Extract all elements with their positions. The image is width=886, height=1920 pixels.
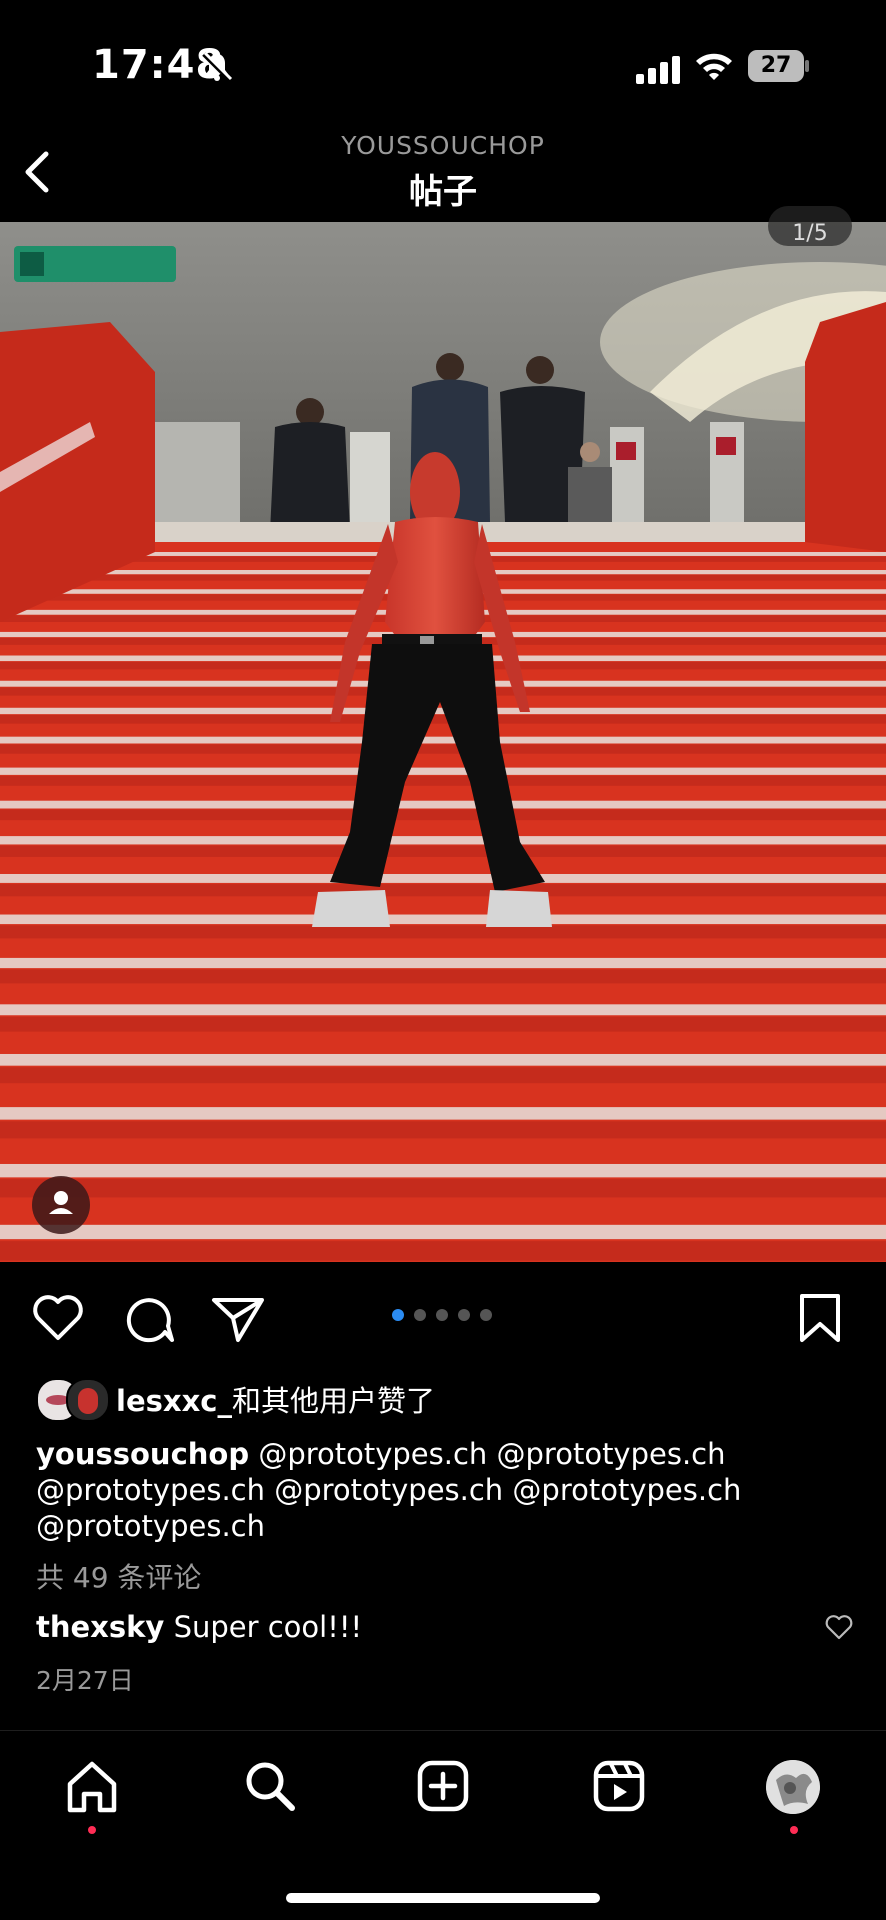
- home-indicator: [286, 1893, 600, 1903]
- caption-username[interactable]: youssouchop: [36, 1437, 249, 1471]
- post-date: 2月27日: [36, 1666, 134, 1695]
- create-icon[interactable]: [413, 1756, 473, 1816]
- post-photo[interactable]: [0, 222, 886, 1262]
- carousel-dot-3: [436, 1309, 448, 1321]
- send-icon[interactable]: [208, 1288, 268, 1348]
- carousel-dot-2: [414, 1309, 426, 1321]
- liker-username[interactable]: lesxxc_: [116, 1384, 232, 1418]
- nav-divider: [0, 1730, 886, 1731]
- profile-avatar[interactable]: [766, 1760, 820, 1814]
- heart-icon[interactable]: [28, 1288, 88, 1348]
- page-title: 帖子: [409, 172, 477, 212]
- bell-slash-icon: [202, 51, 233, 82]
- comment-username[interactable]: thexsky: [36, 1610, 164, 1644]
- top-comment: thexsky Super cool!!!: [36, 1610, 362, 1644]
- comment-heart-icon[interactable]: [824, 1613, 854, 1641]
- reels-icon[interactable]: [589, 1756, 649, 1816]
- profile-notification-dot: [790, 1826, 798, 1834]
- liker-avatar-2[interactable]: [66, 1378, 110, 1422]
- carousel-dot-4: [458, 1309, 470, 1321]
- tagged-people-button[interactable]: [32, 1176, 90, 1234]
- photo-illustration: [0, 222, 886, 1262]
- battery-level: 27: [748, 50, 804, 82]
- search-icon[interactable]: [240, 1756, 300, 1816]
- bookmark-icon[interactable]: [790, 1288, 850, 1348]
- view-comments-link[interactable]: 共 49 条评论: [36, 1556, 201, 1596]
- home-notification-dot: [88, 1826, 96, 1834]
- battery-icon: 27: [748, 50, 810, 82]
- comment-icon[interactable]: [118, 1288, 178, 1348]
- person-icon: [49, 1191, 73, 1214]
- cellular-signal-icon: [636, 56, 680, 84]
- page-counter: 1/5: [768, 206, 852, 246]
- wifi-icon: [696, 53, 732, 80]
- comment-text: Super cool!!!: [173, 1610, 363, 1644]
- header-username[interactable]: YOUSSOUCHOP: [0, 131, 886, 160]
- likes-suffix: 和其他用户赞了: [231, 1384, 435, 1418]
- carousel-dot-1: [392, 1309, 404, 1321]
- caption: youssouchop @prototypes.ch @prototypes.c…: [36, 1436, 856, 1544]
- likes-summary[interactable]: lesxxc_和其他用户赞了: [116, 1378, 435, 1420]
- home-icon[interactable]: [62, 1756, 122, 1816]
- carousel-dot-5: [480, 1309, 492, 1321]
